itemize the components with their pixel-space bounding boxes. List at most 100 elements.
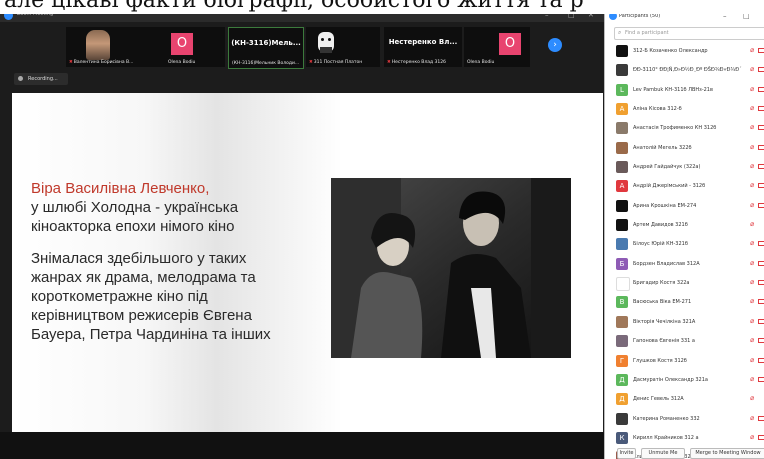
participant-row[interactable]: К Кирилл Крайников 312 а ⌀ (605, 428, 764, 447)
participant-row[interactable]: Катерина Романенко 332 ⌀ (605, 409, 764, 428)
camera-off-icon (758, 299, 764, 305)
camera-off-icon (758, 241, 764, 247)
participant-name: ĐĐ-3110° ĐĐ¦Ñ,Đ»Đ½Đ¸Đº ĐŠĐ¾Đ»Đ¾Đ´ (633, 67, 742, 74)
avatar (616, 412, 628, 425)
participant-row[interactable]: Б Бордзен Владислав 312А ⌀ (605, 254, 764, 273)
mic-muted-icon: ⌀ (750, 278, 755, 287)
video-tile[interactable]: O Olena Bodiu (165, 27, 225, 67)
participant-row[interactable]: А Андрій Джерімський - 312б ⌀ (605, 176, 764, 195)
camera-off-icon (758, 125, 764, 131)
participant-name: Андрій Джерімський - 312б (633, 183, 706, 190)
mic-muted-icon: ⌀ (750, 162, 755, 171)
participant-row[interactable]: Гапонова Євгенія 331 а ⌀ (605, 331, 764, 350)
participant-row[interactable]: Вікторія Чечілкіна 321А ⌀ (605, 312, 764, 331)
video-tile-active[interactable]: (КН-3116)Мель... (КН-3116)Мельник Володи… (228, 27, 304, 69)
participant-row[interactable]: Д Денис Гевель 312А ⌀ (605, 389, 764, 408)
participant-name: Катерина Романенко 332 (633, 415, 700, 422)
avatar: O (499, 33, 521, 55)
camera-off-icon (758, 434, 764, 440)
mic-muted-icon: ⌀ (750, 297, 755, 306)
participant-row[interactable]: Андрей Гайдайчук (322а) ⌀ (605, 157, 764, 176)
camera-off-icon (758, 164, 764, 170)
slide-line: керівництвом режисерів Євгена (31, 307, 252, 324)
film-still-photo (331, 178, 571, 358)
participant-row[interactable]: Анастасія Трофименко КН 312б ⌀ (605, 118, 764, 137)
avatar: В (616, 296, 628, 309)
camera-off-icon (758, 183, 764, 189)
participant-row[interactable]: Д Дасмуратін Олександр 321а ⌀ (605, 370, 764, 389)
zoom-meeting-window: Zoom Meeting – □ ✕ ✖Валентина Борисівна … (0, 0, 604, 459)
tile-name: Olena Bodiu (168, 60, 196, 65)
avatar (616, 315, 628, 328)
mic-muted-icon: ⌀ (750, 336, 755, 345)
recording-label: Recording... (28, 76, 58, 82)
participant-name: Кирилл Крайников 312 а (633, 434, 699, 441)
avatar: А (616, 180, 628, 193)
mic-muted-icon: ⌀ (750, 239, 755, 248)
avatar (616, 45, 628, 57)
mic-muted-icon: ⌀ (750, 432, 755, 441)
unmute-button[interactable]: Unmute Me (641, 448, 685, 459)
video-tile[interactable]: O Olena Bodiu (464, 27, 530, 67)
participants-footer: Invite Unmute Me Merge to Meeting Window (605, 447, 764, 459)
avatar (616, 277, 630, 292)
invite-button[interactable]: Invite (617, 448, 636, 459)
avatar (616, 161, 628, 174)
participant-list: 312-Б Козаченко Олександр ⌀ ĐĐ-3110° ĐĐ¦Ñ,… (605, 41, 764, 459)
video-tile[interactable]: ✖Валентина Борисівна В... (66, 27, 165, 67)
avatar (616, 199, 628, 212)
avatar: К (616, 431, 628, 444)
participant-row[interactable]: Г Глушков Костя 312б ⌀ (605, 351, 764, 370)
participant-name: Васюська Віка ЕМ-271 (633, 299, 692, 306)
participant-name: Вікторія Чечілкіна 321А (633, 318, 696, 325)
camera-off-icon (758, 144, 764, 150)
mic-muted-icon: ⌀ (750, 84, 755, 93)
camera-off-icon (758, 202, 764, 208)
participant-row[interactable]: L Lev Pambuk КН-311б ЛВНз-21в ⌀ (605, 80, 764, 99)
tile-name: (КН-3116)Мельник Володи... (232, 61, 300, 66)
participant-name: Артем Давидов 321б (633, 222, 688, 229)
camera-off-icon (758, 280, 764, 286)
participant-name: Денис Гевель 312А (633, 396, 684, 403)
participant-row[interactable]: Артем Давидов 321б ⌀ (605, 215, 764, 234)
tile-name: Нестеренко Влад 312б (391, 60, 446, 65)
caption-text: але цікаві факти біографії, особистого ж… (4, 0, 584, 13)
participant-row[interactable]: 312-Б Козаченко Олександр ⌀ (605, 41, 764, 60)
mic-muted-icon: ⌀ (750, 355, 755, 364)
camera-off-icon (758, 67, 764, 73)
participant-name: Бордзен Владислав 312А (633, 260, 700, 267)
participant-row[interactable]: В Васюська Віка ЕМ-271 ⌀ (605, 292, 764, 311)
tile-name: Валентина Борисівна В... (73, 60, 134, 65)
actress-name: Віра Василівна Левченко, (31, 180, 210, 197)
mic-muted-icon: ⌀ (750, 316, 755, 325)
slide-line: Знімалася здебільшого у таких (31, 250, 247, 267)
participant-name: 312-Б Козаченко Олександр (633, 48, 708, 54)
next-page-icon[interactable]: › (548, 38, 562, 52)
search-placeholder: Find a participant (625, 30, 669, 36)
slide-line: короткометражне кіно під (31, 288, 208, 305)
slide-line: у шлюбі Холодна - українська (31, 199, 239, 216)
caption-strip: але цікаві факти біографії, особистого ж… (0, 0, 764, 14)
video-tile[interactable]: ✖311 Постная Платон (306, 27, 380, 67)
participant-row[interactable]: А Аліна Кісова 312-б ⌀ (605, 99, 764, 118)
video-tile[interactable]: Нестеренко Вл... ✖Нестеренко Влад 312б (384, 27, 462, 67)
tile-name: 311 Постная Платон (313, 60, 363, 65)
participant-search[interactable]: ⌕ Find a participant (614, 27, 764, 40)
slide-line: Бауера, Петра Чардиніна та інших (31, 326, 271, 343)
participant-name: Анастасія Трофименко КН 312б (633, 125, 717, 132)
participant-row[interactable]: Арина Крошкіна ЕМ-274 ⌀ (605, 196, 764, 215)
avatar: L (616, 83, 628, 96)
participant-name: Гапонова Євгенія 331 а (633, 338, 695, 345)
shared-slide: Віра Василівна Левченко, у шлюбі Холодна… (12, 93, 603, 432)
slide-line: жанрах як драма, мелодрама та (31, 269, 256, 286)
participant-row[interactable]: Бригадир Костя 322а ⌀ (605, 273, 764, 292)
mic-muted-icon: ⌀ (750, 46, 755, 54)
avatar: Б (616, 257, 628, 270)
participant-row[interactable]: Білоус Юрій КН-321б ⌀ (605, 234, 764, 253)
participant-row[interactable]: Анатолій Мегель 322б ⌀ (605, 138, 764, 157)
participant-row[interactable]: ĐĐ-3110° ĐĐ¦Ñ,Đ»Đ½Đ¸Đº ĐŠĐ¾Đ»Đ¾Đ´ ⌀ (605, 60, 764, 79)
merge-window-button[interactable]: Merge to Meeting Window (690, 448, 764, 459)
record-icon (18, 76, 23, 81)
participants-panel: Participants (50) – □ ⌕ Find a participa… (604, 0, 764, 459)
recording-indicator[interactable]: Recording... (14, 73, 68, 85)
